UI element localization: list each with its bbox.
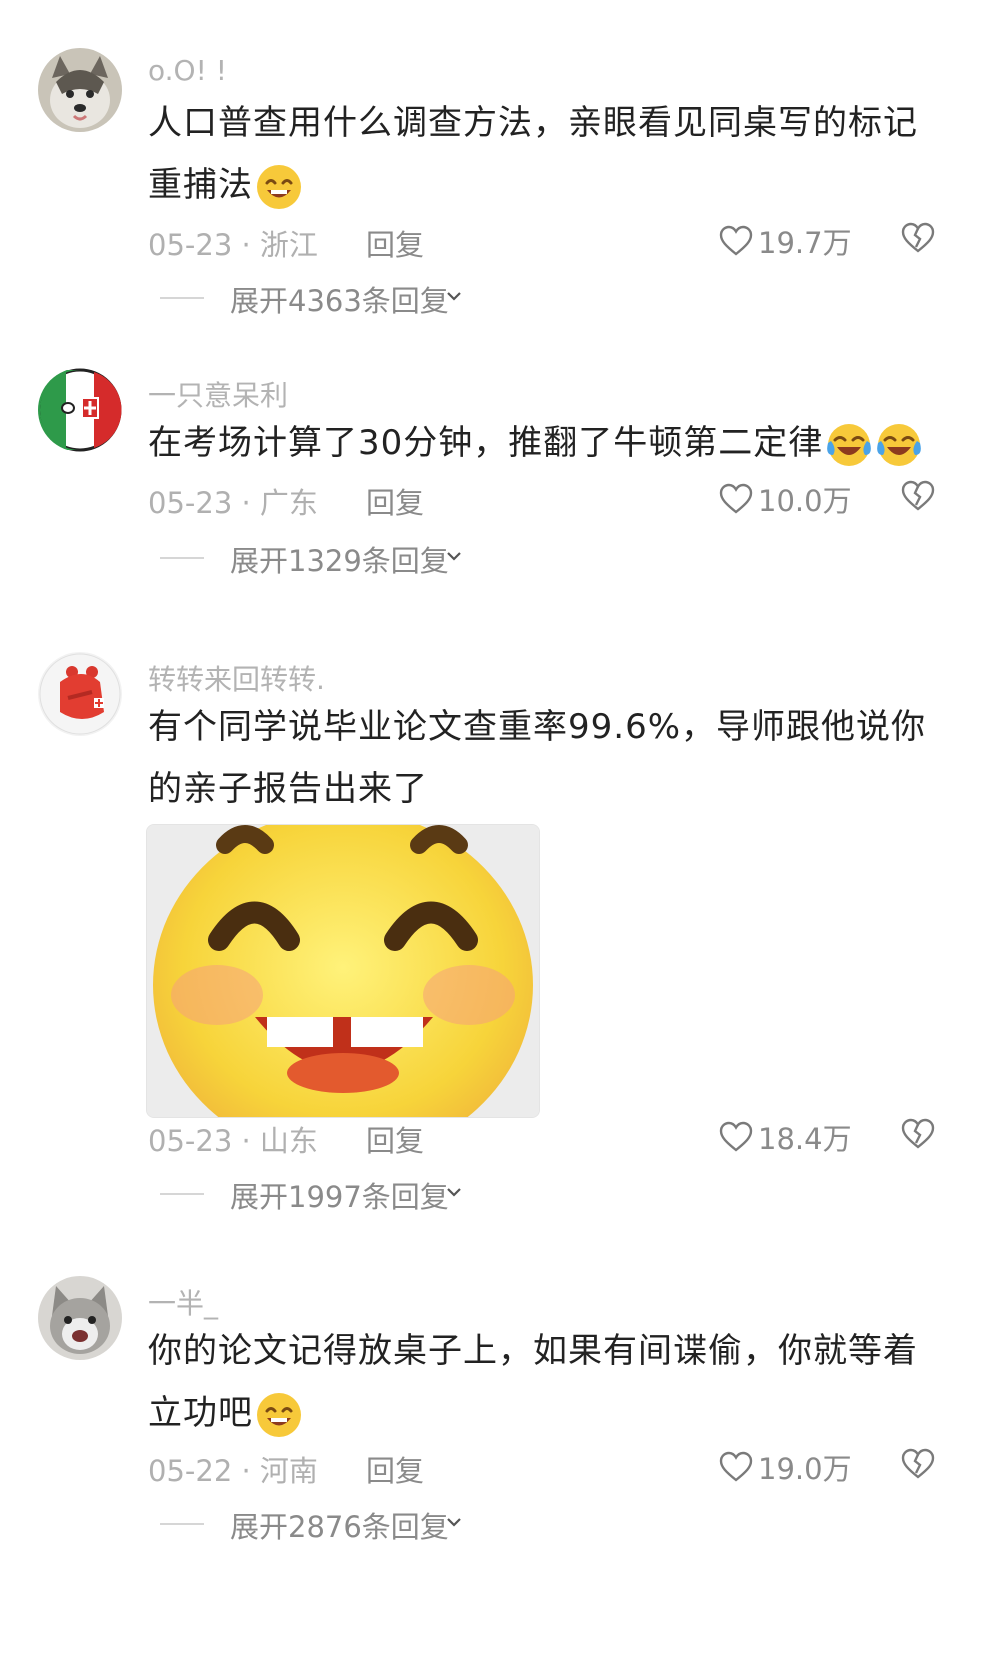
comment-date-location: 05-22 · 河南 [148,1454,318,1488]
tears-of-joy-emoji-icon [825,421,873,469]
grinning-face-sticker[interactable] [146,824,540,1118]
divider [160,1523,204,1525]
comment-meta: 05-23 · 广东 回复 10.0万 [148,480,938,520]
broken-heart-icon [901,480,935,511]
expand-replies-label: 展开2876条回复 [230,1510,449,1544]
comment-text-segment: 在考场计算了30分钟，推翻了牛顿第二定律 [148,423,824,463]
tears-of-joy-emoji-icon [875,421,923,469]
comment-text-line: 的亲子报告出来了 [148,769,428,809]
reply-button[interactable]: 回复 [366,480,424,522]
chevron-down-icon [444,546,464,566]
grinning-face-emoji-icon [255,163,303,211]
comment-text: 有个同学说毕业论文查重率99.6%，导师跟他说你 的亲子报告出来了 [148,696,938,820]
comment-date-location: 05-23 · 山东 [148,1124,318,1158]
dislike-button[interactable] [900,1116,936,1152]
heart-icon [719,225,753,256]
heart-icon [719,1451,753,1482]
comment-date-location: 05-23 · 浙江 [148,228,318,262]
comment-list: o.O! ! 人口普查用什么调查方法，亲眼看见同桌写的标记 重捕法 05-23 … [0,0,996,1679]
like-button[interactable]: 19.7万 [718,220,852,260]
dislike-button[interactable] [900,1446,936,1482]
like-count: 18.4万 [758,1122,852,1156]
red-bear-avatar[interactable] [38,652,122,736]
grinning-face-emoji-icon [255,1391,303,1439]
broken-heart-icon [901,222,935,253]
expand-replies-label: 展开4363条回复 [230,284,449,318]
expand-replies[interactable]: 展开4363条回复 [160,278,480,318]
reply-button[interactable]: 回复 [366,1118,424,1160]
comment-text: 人口普查用什么调查方法，亲眼看见同桌写的标记 重捕法 [148,92,938,216]
comment-text-line: 人口普查用什么调查方法，亲眼看见同桌写的标记 [148,103,918,143]
comment-text-line: 你的论文记得放桌子上，如果有间谍偷，你就等着 [148,1331,918,1371]
reply-button[interactable]: 回复 [366,1448,424,1490]
comment-username[interactable]: 一只意呆利 [148,374,288,414]
dislike-button[interactable] [900,220,936,256]
reply-button[interactable]: 回复 [366,222,424,264]
comment-meta: 05-22 · 河南 回复 19.0万 [148,1448,938,1488]
chevron-down-icon [444,1512,464,1532]
husky-dog-avatar[interactable] [38,48,122,132]
dislike-button[interactable] [900,478,936,514]
italy-ball-avatar[interactable] [38,368,122,452]
comment-text-segment: 立功吧 [148,1393,253,1433]
heart-icon [719,1121,753,1152]
heart-icon [719,483,753,514]
comment-text-line: 在考场计算了30分钟，推翻了牛顿第二定律 [148,412,938,474]
like-count: 19.0万 [758,1452,852,1486]
divider [160,557,204,559]
expand-replies[interactable]: 展开1997条回复 [160,1174,480,1214]
expand-replies[interactable]: 展开1329条回复 [160,538,480,578]
comment-text-line: 立功吧 [148,1382,938,1444]
comment-username[interactable]: 一半_ [148,1282,218,1322]
comment-username[interactable]: 转转来回转转. [148,658,325,698]
comment-text-line: 有个同学说毕业论文查重率99.6%，导师跟他说你 [148,707,927,747]
like-button[interactable]: 19.0万 [718,1446,852,1486]
chevron-down-icon [444,286,464,306]
expand-replies-label: 展开1997条回复 [230,1180,449,1214]
comment-text: 你的论文记得放桌子上，如果有间谍偷，你就等着 立功吧 [148,1320,938,1444]
comment-date-location: 05-23 · 广东 [148,486,318,520]
comment-text-segment: 重捕法 [148,165,253,205]
comment-username[interactable]: o.O! ! [148,54,227,87]
comment-meta: 05-23 · 山东 回复 18.4万 [148,1118,938,1158]
comment-text-line: 重捕法 [148,154,938,216]
like-count: 10.0万 [758,484,852,518]
like-button[interactable]: 18.4万 [718,1116,852,1156]
expand-replies[interactable]: 展开2876条回复 [160,1504,480,1544]
broken-heart-icon [901,1118,935,1149]
chevron-down-icon [444,1182,464,1202]
comment-meta: 05-23 · 浙江 回复 19.7万 [148,222,938,262]
gray-cat-avatar[interactable] [38,1276,122,1360]
broken-heart-icon [901,1448,935,1479]
divider [160,297,204,299]
like-button[interactable]: 10.0万 [718,478,852,518]
expand-replies-label: 展开1329条回复 [230,544,449,578]
like-count: 19.7万 [758,226,852,260]
comment-text: 在考场计算了30分钟，推翻了牛顿第二定律 [148,412,938,474]
divider [160,1193,204,1195]
